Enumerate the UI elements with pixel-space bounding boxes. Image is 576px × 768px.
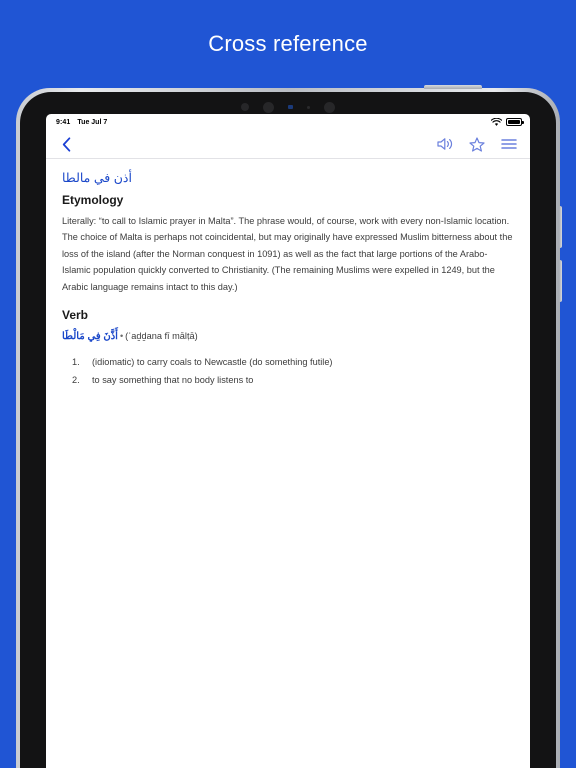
page-header: Cross reference <box>0 0 576 88</box>
bullet-separator: • <box>119 330 124 341</box>
app-nav-bar <box>46 130 530 159</box>
tablet-device-mockup: 9:41 Tue Jul 7 أذن في مالطا Etymology Li… <box>16 85 562 768</box>
verb-heading: Verb <box>62 307 89 322</box>
proximity-sensor-icon <box>241 103 249 111</box>
ambient-sensor-icon <box>307 105 310 109</box>
speaker-icon <box>436 138 452 150</box>
verb-transliteration: (ʾaḏḏana fī mālṭā) <box>125 330 198 341</box>
page-title: Cross reference <box>208 31 368 56</box>
status-bar: 9:41 Tue Jul 7 <box>46 114 530 130</box>
status-indicators <box>491 117 524 127</box>
device-bezel: 9:41 Tue Jul 7 أذن في مالطا Etymology Li… <box>20 92 556 768</box>
verb-arabic-form[interactable]: أَذَّنَ فِي مَالْطَا <box>62 331 118 342</box>
list-item: (idiomatic) to carry coals to Newcastle … <box>72 354 333 372</box>
etymology-heading: Etymology <box>62 193 124 207</box>
hamburger-menu-icon <box>500 139 517 149</box>
battery-icon <box>506 118 524 126</box>
verb-headword-line: أَذَّنَ فِي مَالْطَا • (ʾaḏḏana fī mālṭā) <box>62 328 514 345</box>
etymology-body: Literally: “to call to Islamic prayer in… <box>62 216 513 292</box>
wifi-icon <box>491 117 502 126</box>
depth-camera-icon <box>324 101 335 113</box>
nav-actions <box>436 136 517 153</box>
battery-level-fill <box>508 120 520 124</box>
dictionary-article: أذن في مالطا Etymology Literally: “to ca… <box>46 159 530 768</box>
definitions-list: (idiomatic) to carry coals to Newcastle … <box>62 354 514 390</box>
pronounce-audio-button[interactable] <box>436 136 453 153</box>
list-item: to say something that no body listens to <box>72 372 254 390</box>
device-screen: 9:41 Tue Jul 7 أذن في مالطا Etymology Li… <box>46 114 530 768</box>
favorite-button[interactable] <box>468 136 485 153</box>
star-icon <box>468 136 485 152</box>
status-time: 9:41 <box>56 118 71 126</box>
chevron-left-icon <box>62 136 70 152</box>
back-button[interactable] <box>55 133 77 155</box>
status-date: Tue Jul 7 <box>77 118 108 126</box>
volume-up-button[interactable] <box>559 206 562 248</box>
sensor-array <box>20 100 556 114</box>
front-camera-icon <box>263 101 274 113</box>
volume-down-button[interactable] <box>559 260 562 302</box>
article-headword: أذن في مالطا <box>62 171 132 185</box>
menu-button[interactable] <box>500 136 517 153</box>
indicator-light-icon <box>288 105 293 109</box>
power-button[interactable] <box>424 85 482 89</box>
